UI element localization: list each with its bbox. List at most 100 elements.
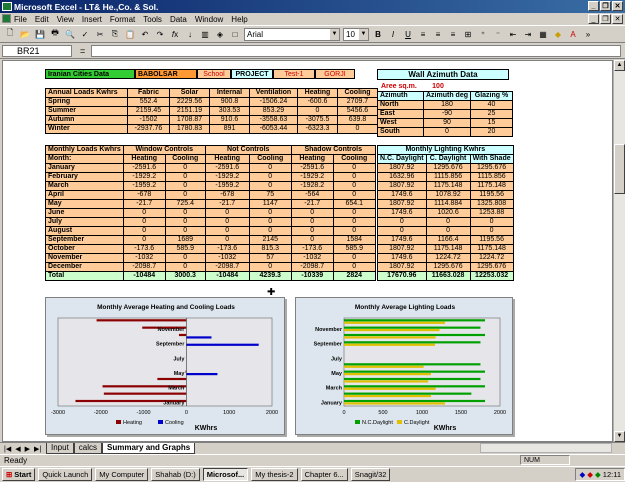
menu-insert[interactable]: Insert	[82, 15, 102, 24]
chevron-down-icon[interactable]: ▼	[330, 28, 339, 40]
taskbar-my-thesis[interactable]: My thesis-2	[251, 468, 298, 481]
table-row: March -1959.2 0 -1959.2 0 -1928.2 0	[45, 181, 376, 191]
increase-indent-icon[interactable]: ⇥	[522, 28, 534, 40]
value-cell: -1929.2	[122, 172, 166, 182]
tray-icon[interactable]: ◆	[595, 470, 601, 479]
horizontal-scrollbar[interactable]	[480, 443, 612, 453]
align-right-icon[interactable]: ≡	[447, 28, 459, 40]
value-cell: -1502	[127, 115, 170, 125]
quick-launch[interactable]: Quick Launch	[38, 468, 93, 481]
table-row: January -2591.6 0 -2591.6 0 -2591.6 0	[45, 163, 376, 173]
undo-icon[interactable]: ↶	[139, 28, 151, 40]
doc-restore-button[interactable]: ❐	[600, 14, 611, 24]
drawing-icon[interactable]: ◈	[214, 28, 226, 40]
italic-button[interactable]: I	[387, 28, 399, 40]
taskbar-shahab-drive[interactable]: Shahab (D:)	[151, 468, 200, 481]
font-size-select[interactable]: 10 ▼	[343, 27, 369, 41]
taskbar-snagit[interactable]: Snagit/32	[350, 468, 391, 481]
workbook-icon[interactable]	[2, 14, 11, 23]
open-icon[interactable]: 📂	[19, 28, 31, 40]
lighting-chart[interactable]: Monthly Average Lighting Loads January Mar…	[295, 297, 513, 435]
heating-cooling-chart[interactable]: Monthly Average Heating and Cooling Load…	[45, 297, 285, 435]
taskbar-excel[interactable]: Microsof...	[202, 468, 249, 481]
table-row: Spring 552.4 2229.56 900.8 -1506.24 -600.6 270…	[45, 97, 378, 107]
system-tray: ◆ ◆ ◆ 12:11	[575, 468, 625, 481]
increase-decimal-icon[interactable]: ⁺	[477, 28, 489, 40]
font-select[interactable]: Arial ▼	[244, 27, 340, 41]
value-cell: 0	[337, 124, 378, 134]
function-icon[interactable]: fx	[169, 28, 181, 40]
copy-icon[interactable]: ⎘	[109, 28, 121, 40]
bar	[344, 377, 481, 381]
maximize-button[interactable]: ❐	[600, 1, 611, 11]
decrease-indent-icon[interactable]: ⇤	[507, 28, 519, 40]
bold-button[interactable]: B	[372, 28, 384, 40]
menu-data[interactable]: Data	[170, 15, 187, 24]
next-sheet-icon[interactable]: ▶	[25, 445, 30, 453]
formula-input[interactable]	[91, 45, 621, 57]
borders-icon[interactable]: ▦	[537, 28, 549, 40]
font-value: Arial	[247, 29, 264, 39]
decrease-decimal-icon[interactable]: ⁻	[492, 28, 504, 40]
minimize-button[interactable]: _	[588, 1, 599, 11]
paste-icon[interactable]: 📋	[124, 28, 136, 40]
print-preview-icon[interactable]: 🔍	[64, 28, 76, 40]
menu-tools[interactable]: Tools	[143, 15, 162, 24]
font-color-icon[interactable]: A	[567, 28, 579, 40]
last-sheet-icon[interactable]: ▶|	[34, 445, 41, 453]
scroll-up-icon[interactable]: ▲	[614, 60, 625, 71]
tab-summary-and-graphs[interactable]: Summary and Graphs	[102, 443, 196, 454]
redo-icon[interactable]: ↷	[154, 28, 166, 40]
align-center-icon[interactable]: ≡	[432, 28, 444, 40]
align-left-icon[interactable]: ≡	[417, 28, 429, 40]
worksheet-grid[interactable]: Iranian Cities Data BABOLSAR School PROJ…	[2, 60, 613, 442]
merge-center-icon[interactable]: ⊞	[462, 28, 474, 40]
value-cell: 40	[470, 100, 513, 110]
cut-icon[interactable]: ✂	[94, 28, 106, 40]
first-sheet-icon[interactable]: |◀	[4, 445, 11, 453]
value-cell: 0	[122, 208, 166, 218]
close-button[interactable]: ✕	[612, 1, 623, 11]
sort-ascending-icon[interactable]: ↓	[184, 28, 196, 40]
menu-view[interactable]: View	[57, 15, 74, 24]
print-icon[interactable]: 🖶	[49, 28, 61, 40]
value-cell: -2591.6	[122, 163, 166, 173]
tray-icon[interactable]: ◆	[579, 470, 585, 479]
doc-close-button[interactable]: ✕	[612, 14, 623, 24]
table-row: October -173.6 585.9 -173.6 815.3 -173.6 585.9	[45, 244, 376, 254]
scroll-down-icon[interactable]: ▼	[614, 431, 625, 442]
underline-button[interactable]: U	[402, 28, 414, 40]
windows-logo-icon: ⊞	[6, 470, 13, 479]
taskbar-my-computer[interactable]: My Computer	[95, 468, 149, 481]
menu-file[interactable]: File	[14, 15, 27, 24]
with-shade-header: With Shade	[469, 154, 514, 164]
tab-calcs[interactable]: calcs	[73, 443, 103, 454]
tab-input[interactable]: Input	[46, 443, 74, 454]
chart-wizard-icon[interactable]: ▥	[199, 28, 211, 40]
menu-help[interactable]: Help	[231, 15, 247, 24]
name-box[interactable]: BR21	[2, 45, 72, 57]
menu-window[interactable]: Window	[195, 15, 223, 24]
chevron-down-icon[interactable]: ▼	[359, 28, 368, 40]
spelling-icon[interactable]: ✓	[79, 28, 91, 40]
save-icon[interactable]: 💾	[34, 28, 46, 40]
menu-format[interactable]: Format	[110, 15, 135, 24]
tray-icon[interactable]: ◆	[587, 470, 593, 479]
legend-swatch	[116, 420, 121, 424]
toolbar-options-icon[interactable]: »	[582, 28, 594, 40]
c-daylight-header: C. Daylight	[425, 154, 471, 164]
fill-color-icon[interactable]: ◆	[552, 28, 564, 40]
start-button[interactable]: ⊞ Start	[2, 468, 36, 481]
vertical-scrollbar[interactable]: ▲ ▼	[613, 60, 625, 442]
value-cell: 1807.92	[377, 163, 427, 173]
tick-label: 2000	[494, 410, 506, 416]
tick-label: -2000	[94, 410, 108, 416]
doc-minimize-button[interactable]: _	[588, 14, 599, 24]
new-icon[interactable]: 🗋	[4, 28, 16, 40]
value-cell: 0	[164, 217, 206, 227]
scroll-thumb[interactable]	[614, 144, 625, 194]
menu-edit[interactable]: Edit	[35, 15, 49, 24]
zoom-icon[interactable]: □	[229, 28, 241, 40]
prev-sheet-icon[interactable]: ◀	[15, 445, 20, 453]
taskbar-chapter-6[interactable]: Chapter 6...	[300, 468, 348, 481]
